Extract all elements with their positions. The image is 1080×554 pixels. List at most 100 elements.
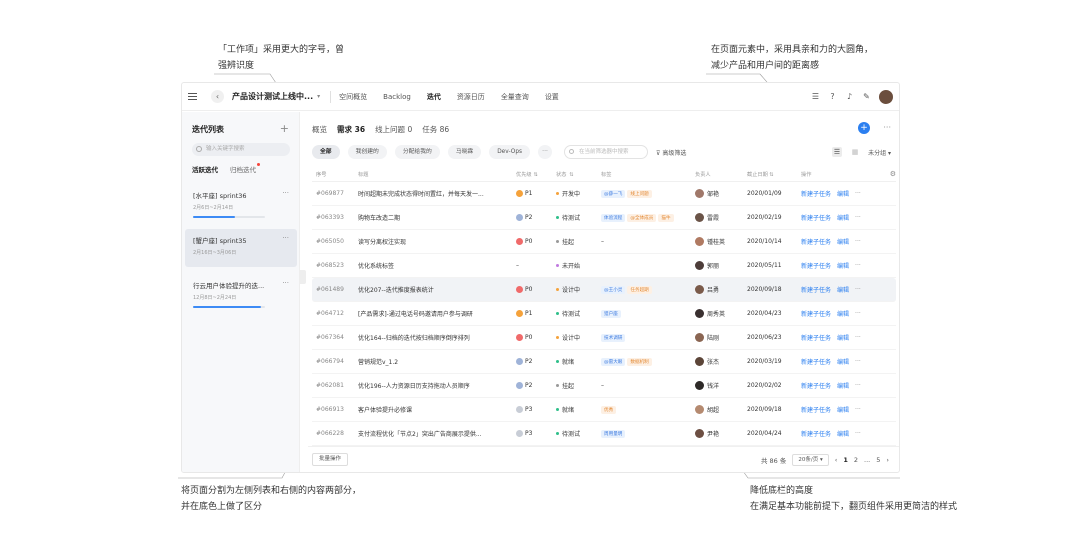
table-row[interactable]: #066228 支付流程优化「节点2」突出广告商展示提供... P3 待测试 周…: [312, 422, 896, 446]
more-icon[interactable]: ···: [282, 279, 289, 287]
row-status[interactable]: 挂起: [556, 381, 601, 390]
sidebar-item[interactable]: 行云用户体验提升的迭... 12月8日~2月24日 ···: [185, 274, 297, 312]
row-title[interactable]: 时间超期未完成状态得时间置红，并每天发一...: [358, 189, 516, 198]
row-owner[interactable]: 陆刚: [695, 333, 747, 342]
add-subtask-link[interactable]: 新建子任务: [801, 261, 831, 270]
row-priority[interactable]: P1: [516, 310, 556, 317]
add-subtask-link[interactable]: 新建子任务: [801, 429, 831, 438]
row-title[interactable]: 支付流程优化「节点2」突出广告商展示提供...: [358, 429, 516, 438]
project-name[interactable]: 产品设计测试上线中...: [232, 91, 313, 102]
row-owner[interactable]: 张杰: [695, 357, 747, 366]
row-title[interactable]: [产品需求]-通过电话号码邀请用户参与调研: [358, 309, 516, 318]
table-row[interactable]: #066913 客户体验提升必修课 P3 就绪 优秀 胡超 2020/09/18…: [312, 398, 896, 422]
table-row[interactable]: #068523 优化系统标签 – 未开始 郭丽 2020/05/11 新建子任务…: [312, 254, 896, 278]
row-date[interactable]: 2020/04/24: [747, 430, 801, 437]
edit-link[interactable]: 编辑: [837, 357, 849, 366]
row-status[interactable]: 开发中: [556, 189, 601, 198]
row-owner[interactable]: 尹艳: [695, 429, 747, 438]
row-title[interactable]: 优化系统标签: [358, 261, 516, 270]
edit-link[interactable]: 编辑: [837, 189, 849, 198]
more-icon[interactable]: ···: [282, 189, 289, 197]
row-status[interactable]: 未开始: [556, 261, 601, 270]
edit-link[interactable]: 编辑: [837, 285, 849, 294]
board-view-icon[interactable]: ▦: [850, 147, 860, 157]
nav-tab-backlog[interactable]: Backlog: [383, 93, 411, 101]
tab-requirements[interactable]: 需求 36: [337, 124, 365, 135]
more-icon[interactable]: ···: [883, 123, 891, 132]
add-subtask-link[interactable]: 新建子任务: [801, 237, 831, 246]
tag[interactable]: 猎户座: [601, 309, 621, 318]
table-row[interactable]: #062081 优化196--人力资源日历支持拖动人员顺序 P2 挂起 – 钱洋…: [312, 374, 896, 398]
filter-search-input[interactable]: 在当前筛选器中搜索: [564, 145, 649, 159]
advanced-filter-button[interactable]: ⊽ 高级筛选: [656, 148, 686, 157]
add-subtask-link[interactable]: 新建子任务: [801, 189, 831, 198]
group-select[interactable]: 未分组 ▾: [868, 148, 891, 157]
row-title[interactable]: 营销规范v_1.2: [358, 357, 516, 366]
nav-tab-calendar[interactable]: 资源日历: [457, 92, 485, 102]
more-icon[interactable]: ···: [855, 262, 861, 269]
more-filters-icon[interactable]: ···: [538, 145, 553, 159]
chevron-down-icon[interactable]: ▾: [317, 93, 320, 100]
tag[interactable]: 数据机制: [627, 357, 652, 366]
row-owner[interactable]: 邹艳: [695, 189, 747, 198]
row-title[interactable]: 读写分离权注实现: [358, 237, 516, 246]
tag[interactable]: 任务超期: [627, 285, 652, 294]
row-owner[interactable]: 周秀英: [695, 309, 747, 318]
row-title[interactable]: 优化207--迭代推度报表统计: [358, 285, 516, 294]
tag[interactable]: @雷大眼: [601, 357, 626, 366]
add-icon[interactable]: +: [280, 122, 289, 135]
tab-overview[interactable]: 概览: [312, 124, 327, 135]
more-icon[interactable]: ···: [855, 382, 861, 389]
col-status[interactable]: 状态 ⇅: [556, 171, 601, 179]
col-tags[interactable]: 标签: [601, 171, 695, 178]
edit-link[interactable]: 编辑: [837, 213, 849, 222]
filter-person[interactable]: 马晓霖: [447, 145, 482, 159]
row-date[interactable]: 2020/03/19: [747, 358, 801, 365]
row-date[interactable]: 2020/04/23: [747, 310, 801, 317]
row-status[interactable]: 就绪: [556, 357, 601, 366]
add-subtask-link[interactable]: 新建子任务: [801, 405, 831, 414]
tab-archived-iterations[interactable]: 归档迭代: [230, 163, 260, 174]
tag[interactable]: 猫牛: [658, 213, 674, 222]
nav-tab-overview[interactable]: 空间概览: [339, 92, 367, 102]
more-icon[interactable]: ···: [855, 286, 861, 293]
more-icon[interactable]: ···: [855, 430, 861, 437]
add-subtask-link[interactable]: 新建子任务: [801, 357, 831, 366]
row-priority[interactable]: P2: [516, 358, 556, 365]
table-row[interactable]: #066794 营销规范v_1.2 P2 就绪 @雷大眼 数据机制 张杰 2020…: [312, 350, 896, 374]
row-title[interactable]: 优化164--归档的迭代按归档顺序倒序排列: [358, 333, 516, 342]
sidebar-item[interactable]: [水平座] sprint36 2月6日~2月14日 ···: [185, 184, 297, 222]
more-icon[interactable]: ···: [855, 310, 861, 317]
row-title[interactable]: 优化196--人力资源日历支持拖动人员顺序: [358, 381, 516, 390]
row-title[interactable]: 购物车改造二期: [358, 213, 516, 222]
tag[interactable]: 优秀: [601, 405, 617, 414]
row-priority[interactable]: –: [516, 262, 556, 269]
row-status[interactable]: 待测试: [556, 429, 601, 438]
table-row[interactable]: #067364 优化164--归档的迭代按归档顺序倒序排列 P0 设计中 技术调…: [312, 326, 896, 350]
row-date[interactable]: 2020/09/18: [747, 406, 801, 413]
more-icon[interactable]: ···: [855, 238, 861, 245]
table-row[interactable]: #069877 时间超期未完成状态得时间置红，并每天发一... P1 开发中 @…: [312, 182, 896, 206]
collapse-handle[interactable]: [300, 270, 306, 284]
row-date[interactable]: 2020/09/18: [747, 286, 801, 293]
row-status[interactable]: 就绪: [556, 405, 601, 414]
tab-tasks[interactable]: 任务 86: [422, 124, 449, 135]
row-priority[interactable]: P3: [516, 406, 556, 413]
row-owner[interactable]: 郭丽: [695, 261, 747, 270]
more-icon[interactable]: ···: [282, 234, 289, 242]
nav-tab-settings[interactable]: 设置: [545, 92, 559, 102]
col-id[interactable]: 序号: [312, 171, 358, 178]
table-row[interactable]: #065050 读写分离权注实现 P0 挂起 – 锺桂英 2020/10/14 …: [312, 230, 896, 254]
batch-ops-button[interactable]: 批量操作: [312, 453, 349, 466]
nav-tab-iteration[interactable]: 迭代: [427, 92, 441, 102]
more-icon[interactable]: ···: [855, 190, 861, 197]
tag[interactable]: 体验流程: [601, 213, 626, 222]
table-row[interactable]: #063393 购物车改造二期 P2 待测试 体验流程 @全体成员 猫牛 雷霞 20…: [312, 206, 896, 230]
filter-all[interactable]: 全部: [312, 145, 340, 159]
edit-link[interactable]: 编辑: [837, 333, 849, 342]
sidebar-item[interactable]: [蟹户座] sprint35 2月16日~3月06日 ···: [185, 229, 297, 267]
next-page-icon[interactable]: ›: [886, 456, 889, 464]
gear-icon[interactable]: ⚙: [890, 170, 896, 178]
row-priority[interactable]: P2: [516, 382, 556, 389]
tag[interactable]: 技术调研: [601, 333, 626, 342]
